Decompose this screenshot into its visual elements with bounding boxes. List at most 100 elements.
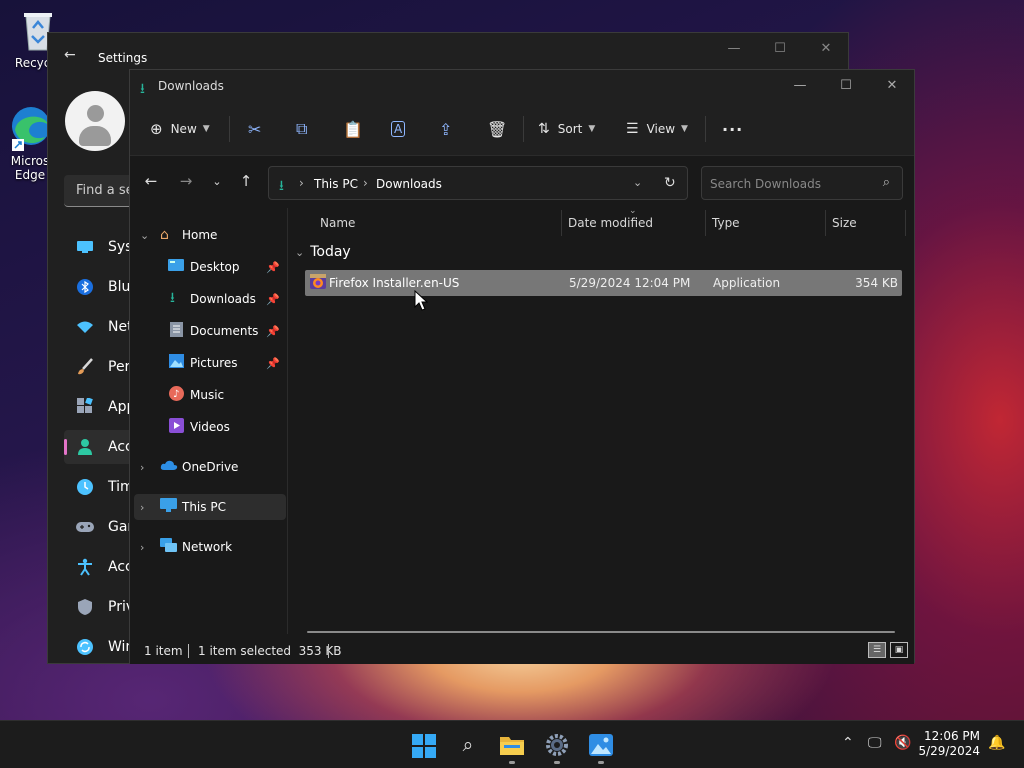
file-explorer-icon[interactable]: [498, 731, 526, 759]
search-icon[interactable]: ⌕: [454, 731, 482, 759]
nav-label: Downloads: [190, 292, 256, 306]
up-arrow-icon[interactable]: ↑: [236, 172, 256, 190]
minimize-icon[interactable]: —: [777, 76, 823, 98]
new-label: New: [170, 122, 197, 136]
clock[interactable]: 12:06 PM 5/29/2024: [918, 729, 980, 759]
copy-button[interactable]: ⧉: [296, 115, 307, 143]
address-bar[interactable]: ⭳ › This PC › Downloads ⌄ ↻: [268, 166, 688, 200]
nav-item-documents[interactable]: Documents 📌: [134, 318, 286, 344]
file-type: Application: [713, 276, 781, 290]
recent-locations-chevron-icon[interactable]: ⌄: [207, 175, 227, 188]
minimize-icon[interactable]: —: [714, 41, 754, 56]
paste-icon: 📋: [343, 119, 363, 139]
nav-label: This PC: [182, 500, 226, 514]
downloads-icon: ⭳: [170, 290, 175, 306]
file-list[interactable]: Name Date modified ⌄ Type Size ⌄ Today Fi…: [289, 206, 914, 634]
accessibility-icon: [74, 556, 96, 578]
svg-text:♪: ♪: [173, 389, 179, 400]
nav-item-desktop[interactable]: Desktop 📌: [134, 254, 286, 280]
downloads-icon: ⭳: [140, 81, 145, 97]
explorer-titlebar[interactable]: ⭳ Downloads — ☐ ✕: [130, 70, 914, 102]
chevron-down-icon[interactable]: ⌄: [140, 229, 149, 242]
running-indicator: [509, 761, 515, 764]
user-avatar[interactable]: [65, 91, 125, 151]
settings-titlebar[interactable]: ← Settings — ☐ ✕: [48, 33, 848, 69]
column-header-size[interactable]: Size: [832, 216, 857, 230]
large-icons-view-icon[interactable]: ▣: [890, 642, 908, 658]
back-arrow-icon[interactable]: ←: [64, 47, 76, 63]
time-icon: [74, 476, 96, 498]
cut-button[interactable]: ✂: [248, 115, 261, 143]
nav-item-videos[interactable]: Videos: [134, 414, 286, 440]
nav-item-onedrive[interactable]: › OneDrive: [134, 454, 286, 480]
file-explorer-window[interactable]: ⭳ Downloads — ☐ ✕ ⊕ New ▼ ✂ ⧉ 📋 A ⇪ 🗑 ⇅ …: [129, 69, 915, 664]
nav-item-network[interactable]: › Network: [134, 534, 286, 560]
running-indicator: [598, 761, 604, 764]
refresh-icon[interactable]: ↻: [664, 175, 676, 191]
network-icon: [160, 537, 177, 557]
pin-icon[interactable]: 📌: [266, 357, 280, 370]
address-history-chevron-icon[interactable]: ⌄: [633, 176, 642, 189]
view-button[interactable]: ☰ View ▼: [626, 115, 688, 143]
sort-label: Sort: [557, 122, 583, 136]
explorer-title: Downloads: [158, 79, 224, 93]
this-pc-icon: [160, 498, 177, 516]
paste-button[interactable]: 📋: [343, 115, 363, 143]
pin-icon[interactable]: 📌: [266, 325, 280, 338]
breadcrumb-this-pc[interactable]: This PC: [314, 177, 358, 191]
firefox-icon: [309, 274, 327, 294]
chevron-right-icon[interactable]: ›: [140, 501, 144, 514]
delete-button[interactable]: 🗑: [487, 115, 507, 143]
column-header-date-modified[interactable]: Date modified: [568, 216, 653, 230]
maximize-icon[interactable]: ☐: [823, 76, 869, 98]
close-icon[interactable]: ✕: [869, 76, 915, 98]
pin-icon[interactable]: 📌: [266, 293, 280, 306]
copy-icon: ⧉: [296, 119, 308, 138]
column-header-type[interactable]: Type: [712, 216, 740, 230]
breadcrumb-chevron-icon[interactable]: ›: [363, 176, 368, 190]
breadcrumb-downloads[interactable]: Downloads: [376, 177, 442, 191]
network-status-icon[interactable]: 🖵: [868, 735, 882, 751]
details-view-icon[interactable]: ☰: [868, 642, 886, 658]
navigation-pane: ⌄ ⌂ Home Desktop 📌 ⭳ Downloads 📌 Documen…: [130, 208, 288, 634]
back-arrow-icon[interactable]: ←: [141, 172, 161, 190]
rename-button[interactable]: A: [391, 115, 406, 143]
chevron-down-icon: ▼: [588, 124, 596, 134]
sort-button[interactable]: ⇅ Sort ▼: [538, 115, 595, 143]
chevron-down-icon: ▼: [202, 124, 210, 134]
show-hidden-icons-chevron-icon[interactable]: ⌃: [842, 735, 854, 751]
settings-icon[interactable]: [543, 731, 571, 759]
start-icon[interactable]: [412, 734, 436, 758]
breadcrumb-chevron-icon[interactable]: ›: [299, 176, 304, 190]
nav-item-this-pc[interactable]: › This PC: [134, 494, 286, 520]
nav-item-downloads[interactable]: ⭳ Downloads 📌: [134, 286, 286, 312]
documents-icon: [170, 321, 183, 341]
maximize-icon[interactable]: ☐: [760, 41, 800, 56]
nav-item-pictures[interactable]: Pictures 📌: [134, 350, 286, 376]
notification-bell-icon[interactable]: 🔔: [988, 735, 1005, 751]
nav-item-home[interactable]: ⌄ ⌂ Home: [134, 222, 286, 248]
chevron-right-icon[interactable]: ›: [140, 461, 144, 474]
edge-icon: [12, 107, 50, 151]
close-icon[interactable]: ✕: [806, 41, 846, 56]
volume-muted-icon[interactable]: 🔇: [894, 735, 911, 751]
search-box[interactable]: Search Downloads ⌕: [701, 166, 903, 200]
search-input[interactable]: Search Downloads: [710, 177, 821, 191]
windows-update-icon: [74, 636, 96, 658]
column-header-name[interactable]: Name: [320, 216, 355, 230]
scissors-icon: ✂: [248, 119, 262, 139]
nav-item-music[interactable]: ♪ Music: [134, 382, 286, 408]
forward-arrow-icon[interactable]: →: [176, 172, 196, 190]
photos-icon[interactable]: [587, 731, 615, 759]
more-options-button[interactable]: ···: [722, 115, 743, 143]
more-icon: ···: [722, 119, 744, 139]
new-button[interactable]: ⊕ New ▼: [150, 115, 210, 143]
chevron-down-icon[interactable]: ⌄: [295, 246, 304, 259]
selection-info: 1 item selected 353 KB: [198, 644, 342, 658]
file-row[interactable]: Firefox Installer.en-US 5/29/2024 12:04 …: [305, 270, 902, 296]
pin-icon[interactable]: 📌: [266, 261, 280, 274]
horizontal-scrollbar[interactable]: [307, 631, 895, 633]
share-button[interactable]: ⇪: [439, 115, 452, 143]
group-header-today[interactable]: ⌄ Today: [295, 244, 351, 260]
chevron-right-icon[interactable]: ›: [140, 541, 144, 554]
